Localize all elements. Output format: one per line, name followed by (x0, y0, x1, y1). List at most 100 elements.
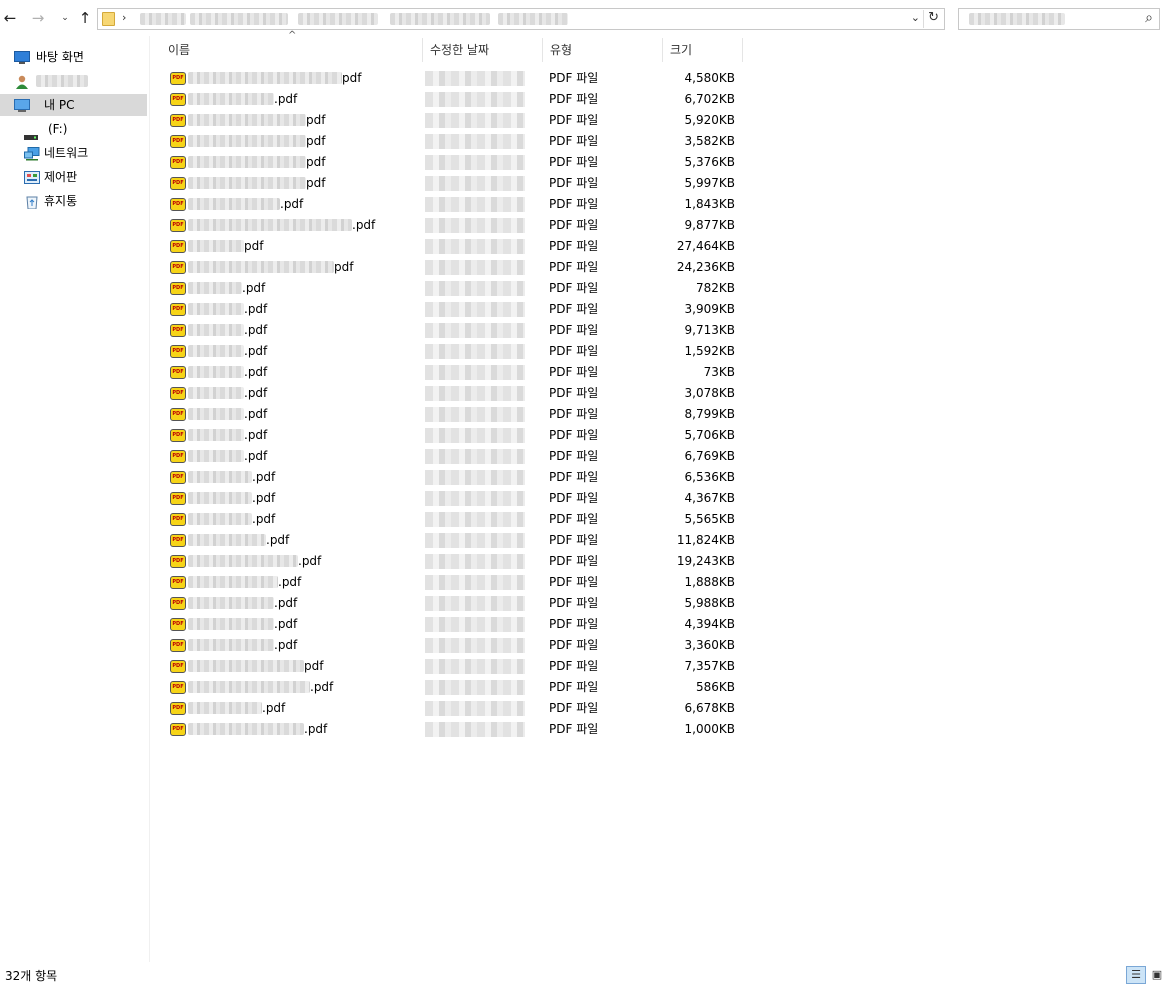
address-divider (923, 10, 924, 28)
file-size: 27,464KB (676, 239, 735, 253)
pdf-file-icon: PDF (170, 471, 186, 484)
file-row[interactable]: PDF .pdf PDF 파일 11,824KB (160, 530, 745, 551)
file-date-redacted (425, 407, 525, 422)
sidebar-item-control-panel[interactable]: 제어판 (0, 166, 147, 188)
file-date-redacted (425, 344, 525, 359)
file-row[interactable]: PDF .pdf PDF 파일 8,799KB (160, 404, 745, 425)
file-row[interactable]: PDF .pdf PDF 파일 19,243KB (160, 551, 745, 572)
file-extension: pdf (342, 71, 362, 85)
sidebar-item-desktop[interactable]: 바탕 화면 (0, 46, 147, 68)
file-row[interactable]: PDF .pdf PDF 파일 6,536KB (160, 467, 745, 488)
sidebar-item-recycle-bin[interactable]: 휴지통 (0, 190, 147, 212)
file-extension: pdf (306, 176, 326, 190)
up-button[interactable]: ↑ (75, 8, 95, 28)
file-row[interactable]: PDF .pdf PDF 파일 3,360KB (160, 635, 745, 656)
file-name-redacted (188, 177, 306, 189)
file-row[interactable]: PDF .pdf PDF 파일 5,565KB (160, 509, 745, 530)
file-row[interactable]: PDF .pdf PDF 파일 6,678KB (160, 698, 745, 719)
file-size: 3,582KB (684, 134, 735, 148)
file-row[interactable]: PDF .pdf PDF 파일 9,713KB (160, 320, 745, 341)
address-bar[interactable]: › ⌄ ↻ (97, 8, 945, 30)
file-size: 1,592KB (684, 344, 735, 358)
sidebar-item-this-pc[interactable]: 내 PC (0, 94, 147, 116)
file-row[interactable]: PDF .pdf PDF 파일 73KB (160, 362, 745, 383)
breadcrumb-separator[interactable]: › (122, 11, 126, 24)
file-size: 5,565KB (684, 512, 735, 526)
search-icon[interactable]: ⌕ (1145, 10, 1153, 26)
file-row[interactable]: PDF .pdf PDF 파일 1,843KB (160, 194, 745, 215)
file-row[interactable]: PDF .pdf PDF 파일 4,394KB (160, 614, 745, 635)
file-row[interactable]: PDF .pdf PDF 파일 5,988KB (160, 593, 745, 614)
back-button[interactable]: ← (0, 8, 20, 28)
file-row[interactable]: PDF .pdf PDF 파일 6,769KB (160, 446, 745, 467)
file-row[interactable]: PDF pdf PDF 파일 24,236KB (160, 257, 745, 278)
file-row[interactable]: PDF .pdf PDF 파일 1,000KB (160, 719, 745, 740)
file-row[interactable]: PDF pdf PDF 파일 27,464KB (160, 236, 745, 257)
file-extension: pdf (306, 155, 326, 169)
file-extension: .pdf (244, 428, 268, 442)
file-size: 1,843KB (684, 197, 735, 211)
file-name-redacted (188, 618, 274, 630)
file-type: PDF 파일 (549, 659, 599, 673)
pdf-file-icon: PDF (170, 702, 186, 715)
file-row[interactable]: PDF .pdf PDF 파일 1,592KB (160, 341, 745, 362)
file-date-redacted (425, 659, 525, 674)
pdf-file-icon: PDF (170, 639, 186, 652)
file-name-redacted (188, 72, 342, 84)
file-row[interactable]: PDF pdf PDF 파일 5,920KB (160, 110, 745, 131)
pdf-file-icon: PDF (170, 576, 186, 589)
forward-button[interactable]: → (28, 8, 48, 28)
column-header-type[interactable]: 유형 (542, 38, 662, 62)
breadcrumb-redacted (140, 13, 186, 25)
sidebar-item-user[interactable] (0, 70, 147, 92)
file-row[interactable]: PDF .pdf PDF 파일 3,078KB (160, 383, 745, 404)
file-row[interactable]: PDF pdf PDF 파일 5,997KB (160, 173, 745, 194)
pdf-file-icon: PDF (170, 492, 186, 505)
this-pc-icon (14, 98, 30, 112)
column-divider[interactable] (742, 38, 743, 62)
file-row[interactable]: PDF pdf PDF 파일 5,376KB (160, 152, 745, 173)
file-row[interactable]: PDF pdf PDF 파일 3,582KB (160, 131, 745, 152)
address-dropdown-icon[interactable]: ⌄ (911, 11, 920, 24)
sidebar-item-drive-f[interactable]: (F:) (0, 118, 147, 140)
file-extension: .pdf (298, 554, 322, 568)
details-view-button[interactable]: ☰ (1126, 966, 1146, 984)
file-extension: .pdf (280, 197, 304, 211)
recent-locations-button[interactable]: ⌄ (55, 8, 75, 28)
file-name-redacted (188, 723, 304, 735)
file-row[interactable]: PDF .pdf PDF 파일 6,702KB (160, 89, 745, 110)
file-name-redacted (188, 492, 252, 504)
file-date-redacted (425, 113, 525, 128)
sidebar-item-network[interactable]: 네트워크 (0, 142, 147, 164)
column-header-date[interactable]: 수정한 날짜 (422, 38, 542, 62)
file-date-redacted (425, 596, 525, 611)
file-size: 19,243KB (676, 554, 735, 568)
file-name-redacted (188, 282, 242, 294)
control-panel-icon (24, 170, 40, 184)
file-size: 5,920KB (684, 113, 735, 127)
file-date-redacted (425, 365, 525, 380)
file-row[interactable]: PDF .pdf PDF 파일 782KB (160, 278, 745, 299)
file-row[interactable]: PDF .pdf PDF 파일 1,888KB (160, 572, 745, 593)
file-row[interactable]: PDF .pdf PDF 파일 586KB (160, 677, 745, 698)
file-row[interactable]: PDF .pdf PDF 파일 3,909KB (160, 299, 745, 320)
column-header-size[interactable]: 크기 (662, 38, 742, 62)
search-input[interactable]: ⌕ (958, 8, 1160, 30)
file-size: 5,997KB (684, 176, 735, 190)
file-type: PDF 파일 (549, 470, 599, 484)
file-row[interactable]: PDF pdf PDF 파일 4,580KB (160, 68, 745, 89)
file-type: PDF 파일 (549, 113, 599, 127)
file-type: PDF 파일 (549, 428, 599, 442)
file-row[interactable]: PDF .pdf PDF 파일 4,367KB (160, 488, 745, 509)
file-name-redacted (188, 471, 252, 483)
refresh-icon[interactable]: ↻ (928, 10, 939, 25)
pdf-file-icon: PDF (170, 387, 186, 400)
file-row[interactable]: PDF .pdf PDF 파일 9,877KB (160, 215, 745, 236)
file-date-redacted (425, 554, 525, 569)
column-header-name[interactable]: 이름 (160, 38, 423, 62)
file-row[interactable]: PDF .pdf PDF 파일 5,706KB (160, 425, 745, 446)
large-icons-view-button[interactable]: ▣ (1149, 966, 1165, 984)
file-row[interactable]: PDF pdf PDF 파일 7,357KB (160, 656, 745, 677)
drive-icon (24, 126, 40, 140)
user-icon (14, 74, 30, 89)
